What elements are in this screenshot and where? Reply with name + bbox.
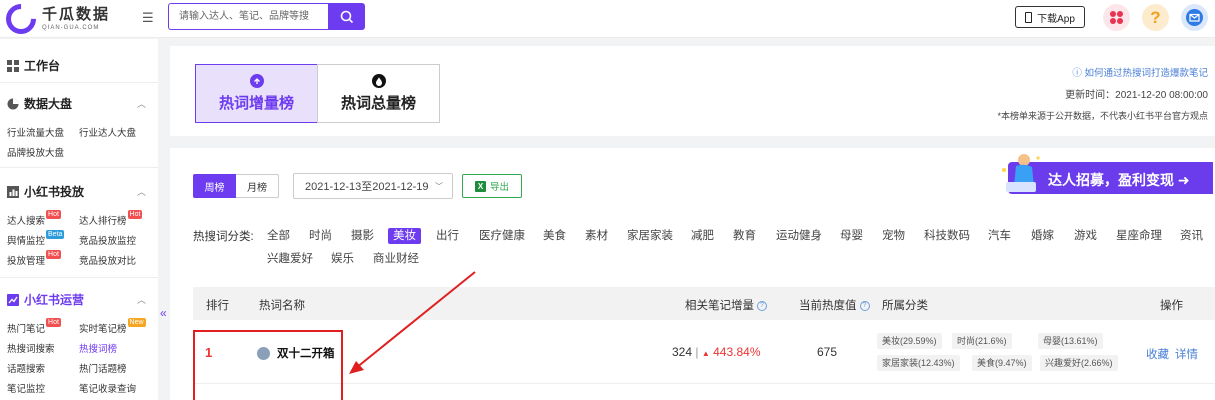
annotation-arrow-icon bbox=[349, 271, 476, 374]
